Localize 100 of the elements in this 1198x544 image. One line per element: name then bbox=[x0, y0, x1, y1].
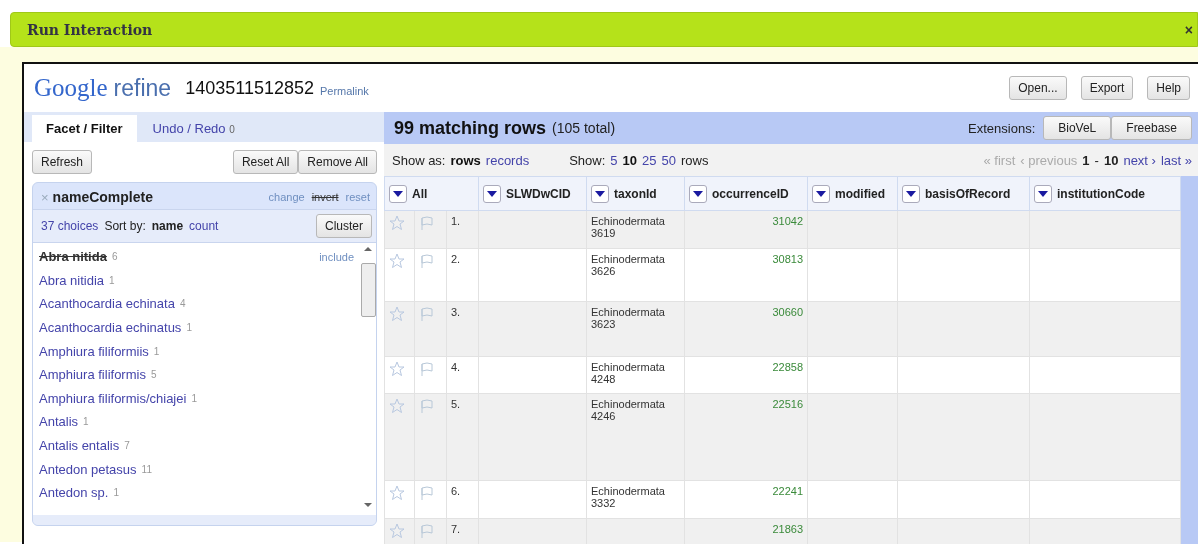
refresh-button[interactable]: Refresh bbox=[32, 150, 93, 174]
extensions-label: Extensions: bbox=[968, 120, 1036, 136]
table-cell: 30660 bbox=[772, 306, 803, 318]
star-icon[interactable] bbox=[389, 253, 405, 269]
reset-all-button[interactable]: Reset All bbox=[232, 150, 299, 174]
choice-count: 1 bbox=[186, 322, 192, 334]
resize-handle[interactable] bbox=[33, 515, 376, 525]
choice-count: 5 bbox=[150, 369, 157, 381]
star-icon[interactable] bbox=[389, 523, 405, 539]
facet-choice[interactable]: Abra nitidia bbox=[39, 272, 105, 288]
table-cell: Echinodermata 3332 bbox=[591, 485, 665, 509]
star-icon[interactable] bbox=[389, 398, 405, 414]
row-number: 7. bbox=[451, 523, 461, 535]
dropdown-button[interactable] bbox=[483, 184, 501, 203]
dropdown-button[interactable] bbox=[389, 184, 407, 203]
table-cell: 30813 bbox=[772, 253, 803, 265]
toolbar-button[interactable]: Export bbox=[1080, 76, 1134, 100]
facet-choice[interactable]: Acanthocardia echinatus bbox=[39, 320, 182, 336]
star-icon[interactable] bbox=[389, 361, 405, 377]
page-size-link[interactable]: 25 bbox=[642, 152, 657, 168]
rows-label: rows bbox=[680, 152, 709, 168]
extension-button[interactable]: BioVeL bbox=[1043, 116, 1112, 140]
row-number: 1. bbox=[451, 215, 461, 227]
caret-icon bbox=[487, 190, 497, 197]
facet-link[interactable]: invert bbox=[308, 191, 339, 203]
permalink-link[interactable]: Permalink bbox=[319, 85, 369, 97]
view-mode-link[interactable]: rows bbox=[450, 152, 481, 168]
page-size-link[interactable]: 5 bbox=[610, 152, 618, 168]
facet-choice[interactable]: Amphiura filiformiis bbox=[39, 343, 149, 359]
table-cell: Echinodermata 4246 bbox=[591, 398, 665, 422]
facet-choice[interactable]: Antalis bbox=[39, 414, 79, 430]
choice-count: 6 bbox=[111, 251, 118, 263]
sort-label: Sort by: bbox=[104, 219, 146, 233]
table-cell: Echinodermata 4248 bbox=[591, 361, 665, 385]
dropdown-button[interactable] bbox=[902, 184, 920, 203]
dropdown-button[interactable] bbox=[689, 184, 707, 203]
panel-tab[interactable]: Undo / Redo 0 bbox=[138, 115, 249, 142]
close-button[interactable]: × bbox=[1184, 21, 1193, 38]
facet-choice[interactable]: Acanthocardia echinata bbox=[39, 296, 175, 312]
dropdown-button[interactable] bbox=[812, 184, 830, 203]
total-rows: (105 total) bbox=[552, 120, 616, 136]
sort-option[interactable]: count bbox=[189, 219, 219, 233]
table-cell: Echinodermata 3623 bbox=[591, 306, 665, 330]
caret-icon bbox=[393, 190, 403, 197]
scroll-thumb[interactable] bbox=[361, 263, 376, 317]
panel-tab[interactable]: Facet / Filter bbox=[32, 115, 137, 142]
sort-option[interactable]: name bbox=[151, 219, 184, 233]
page-size-link[interactable]: 50 bbox=[661, 152, 676, 168]
flag-icon[interactable] bbox=[419, 398, 435, 414]
column-header[interactable]: taxonId bbox=[614, 186, 657, 201]
pager-link[interactable]: next › bbox=[1123, 152, 1156, 168]
logo-refine: refine bbox=[113, 75, 172, 102]
table-cell: Echinodermata 3626 bbox=[591, 253, 665, 277]
facet-title: nameComplete bbox=[52, 189, 153, 205]
facet-choice[interactable]: Abra nitida bbox=[39, 249, 107, 265]
flag-icon[interactable] bbox=[419, 215, 435, 231]
facet-choice[interactable]: Amphiura filiformis/chiajei bbox=[39, 390, 187, 406]
choice-count: 1 bbox=[83, 416, 89, 428]
extension-button[interactable]: Freebase bbox=[1111, 116, 1192, 140]
page-range-separator: - bbox=[1094, 152, 1099, 168]
pager-link[interactable]: last » bbox=[1160, 152, 1192, 168]
dropdown-button[interactable] bbox=[591, 184, 609, 203]
table-cell: Echinodermata 3619 bbox=[591, 215, 665, 239]
choice-count: 7 bbox=[124, 440, 130, 452]
row-number: 3. bbox=[451, 306, 461, 318]
column-header[interactable]: All bbox=[412, 186, 428, 201]
dropdown-button[interactable] bbox=[1034, 184, 1052, 203]
facet-choice[interactable]: Amphiura filiformis bbox=[39, 367, 146, 383]
caret-icon bbox=[1038, 190, 1048, 197]
flag-icon[interactable] bbox=[419, 523, 435, 539]
row-number: 2. bbox=[451, 253, 461, 265]
row-number: 4. bbox=[451, 361, 461, 373]
flag-icon[interactable] bbox=[419, 361, 435, 377]
show-label: Show: bbox=[569, 152, 606, 168]
table-cell: 22516 bbox=[772, 398, 803, 410]
facet-choice[interactable]: Antedon petasus bbox=[39, 461, 137, 477]
table-cell: 21863 bbox=[772, 523, 803, 535]
facet-choice[interactable]: Antedon sp. bbox=[39, 485, 109, 501]
show-as-label: Show as: bbox=[392, 152, 446, 168]
page-range-start: 1 bbox=[1082, 152, 1090, 168]
facet-choice[interactable]: Antalis entalis bbox=[39, 438, 120, 454]
table-cell: 31042 bbox=[772, 215, 803, 227]
toolbar-button[interactable]: Open... bbox=[1009, 76, 1067, 100]
cluster-button[interactable]: Cluster bbox=[316, 214, 372, 238]
star-icon[interactable] bbox=[389, 215, 405, 231]
flag-icon[interactable] bbox=[419, 306, 435, 322]
choice-count: 4 bbox=[179, 298, 186, 310]
choice-count: 1 bbox=[191, 392, 197, 404]
dialog-title: Run Interaction bbox=[27, 21, 153, 38]
page-range-end: 10 bbox=[1103, 152, 1119, 168]
star-icon[interactable] bbox=[389, 485, 405, 501]
toolbar-button[interactable]: Help bbox=[1147, 76, 1190, 100]
flag-icon[interactable] bbox=[419, 253, 435, 269]
flag-icon[interactable] bbox=[419, 485, 435, 501]
star-icon[interactable] bbox=[389, 306, 405, 322]
table-cell: 22241 bbox=[772, 485, 803, 497]
page-size-link[interactable]: 10 bbox=[622, 152, 638, 168]
remove-all-button[interactable]: Remove All bbox=[298, 150, 377, 174]
view-mode-link[interactable]: records bbox=[485, 152, 530, 168]
table-cell: 22858 bbox=[772, 361, 803, 373]
